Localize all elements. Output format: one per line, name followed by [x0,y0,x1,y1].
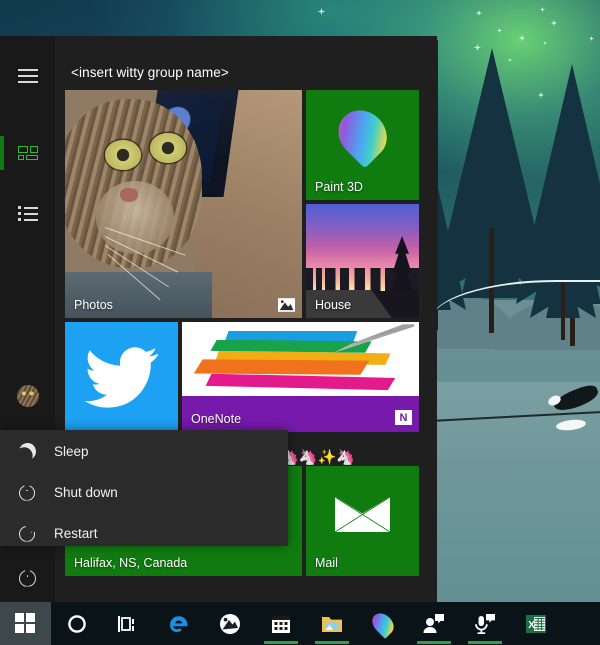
taskbar-item-paint3d[interactable] [357,602,408,645]
calendar-icon [271,615,290,633]
excel-icon: X [525,614,546,633]
power-menu-label: Restart [54,526,98,541]
tile-label: House [315,298,352,312]
tile-label: Photos [74,298,113,312]
power-icon [19,569,36,587]
sidebar-item-power[interactable] [0,554,55,602]
taskbar: X [0,602,600,645]
task-view-icon [117,615,134,632]
running-indicator [467,641,502,644]
tile-onenote[interactable]: OneNote N [182,322,419,432]
power-menu-item-shutdown[interactable]: Shut down [0,475,288,510]
sidebar-item-account[interactable] [0,372,55,420]
photos-thumbnail [65,90,302,318]
tile-twitter[interactable] [65,322,178,432]
tiles-icon [17,146,38,160]
running-indicator [314,641,349,644]
moon-icon [16,440,40,464]
tile-label: Halifax, NS, Canada [74,556,188,570]
taskbar-item-cortana[interactable] [51,602,102,645]
sidebar-item-tiles[interactable] [0,129,55,177]
tile-group-title[interactable]: <insert witty group name> [71,65,229,80]
tile-label: Paint 3D [315,180,363,194]
taskbar-item-calendar[interactable] [255,602,306,645]
paint3d-icon [367,608,398,639]
circle-icon [67,614,86,633]
hamburger-button[interactable] [0,52,55,100]
tile-label: Mail [315,556,338,570]
mail-icon [335,496,390,533]
running-indicator [416,641,451,644]
taskbar-item-file-explorer[interactable] [306,602,357,645]
power-menu-item-restart[interactable]: Restart [0,516,288,551]
tile-label: OneNote [191,412,242,426]
sidebar-item-all-apps[interactable] [0,190,55,238]
taskbar-item-people[interactable] [408,602,459,645]
svg-text:X: X [528,620,535,631]
microphone-icon [474,613,495,634]
picture-icon [278,298,295,312]
edge-icon [169,615,187,632]
windows-logo-icon [15,613,36,634]
tile-photos[interactable]: Photos [65,90,302,318]
taskbar-item-task-view[interactable] [102,602,153,645]
person-chat-icon [423,613,444,633]
power-flyout-menu: Sleep Shut down Restart [0,430,288,546]
photo-mountain-icon [219,613,240,634]
power-menu-label: Shut down [54,485,118,500]
list-icon [17,206,38,222]
onenote-badge: N [395,410,412,425]
hamburger-icon [17,69,38,83]
taskbar-item-excel[interactable]: X [510,602,561,645]
power-icon [16,481,40,505]
power-menu-label: Sleep [54,444,89,459]
power-menu-item-sleep[interactable]: Sleep [0,434,288,469]
folder-icon [321,616,342,632]
avatar [16,385,39,407]
desktop-screen: <insert witty group name> Photos Paint 3… [0,0,600,645]
tile-mail[interactable]: Mail [306,466,419,576]
running-indicator [263,641,298,644]
taskbar-item-edge[interactable] [153,602,204,645]
taskbar-item-photos-app[interactable] [204,602,255,645]
tile-house[interactable]: House [306,204,419,318]
twitter-icon [80,346,164,408]
taskbar-item-recorder[interactable] [459,602,510,645]
tile-group-title-2[interactable]: 🦄🦄✨🦄 [280,448,355,466]
start-button[interactable] [0,602,51,645]
tile-paint3d[interactable]: Paint 3D [306,90,419,200]
onenote-stroke [193,359,370,375]
restart-icon [16,522,40,546]
